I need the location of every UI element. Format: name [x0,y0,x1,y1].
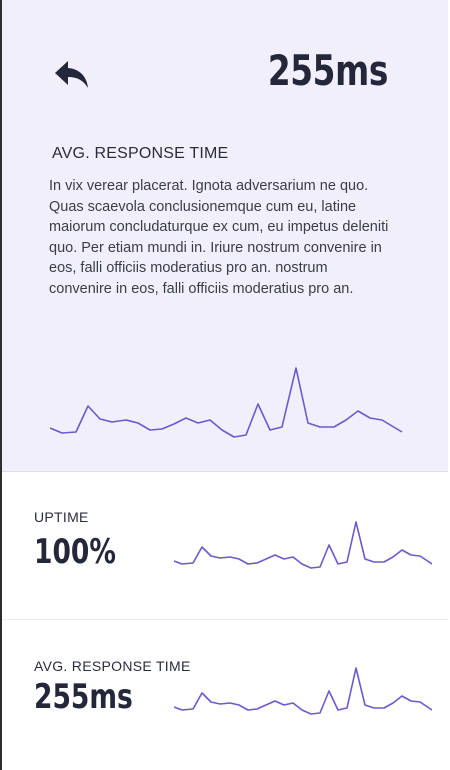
back-arrow-icon[interactable] [52,58,94,92]
response-time-sparkline [174,667,432,715]
response-time-card[interactable]: AVG. RESPONSE TIME 255ms [2,620,448,770]
hero-panel: 255ms AVG. RESPONSE TIME In vix verear p… [2,0,448,472]
card-value: 100% [34,532,116,572]
hero-sparkline [50,367,403,438]
uptime-sparkline [174,521,432,569]
hero-metric-label: AVG. RESPONSE TIME [52,145,229,162]
app-frame: 255ms AVG. RESPONSE TIME In vix verear p… [0,0,448,770]
hero-description: In vix verear placerat. Ignota adversari… [49,178,389,297]
card-value: 255ms [34,677,133,717]
hero-metric-value: 255ms [267,46,388,95]
response-time-sparkline-line [174,667,432,715]
uptime-card[interactable]: UPTIME 100% [2,472,448,620]
card-label: UPTIME [34,509,89,525]
hero-sparkline-line [50,367,403,438]
card-label: AVG. RESPONSE TIME [34,658,191,674]
uptime-sparkline-line [174,521,432,569]
